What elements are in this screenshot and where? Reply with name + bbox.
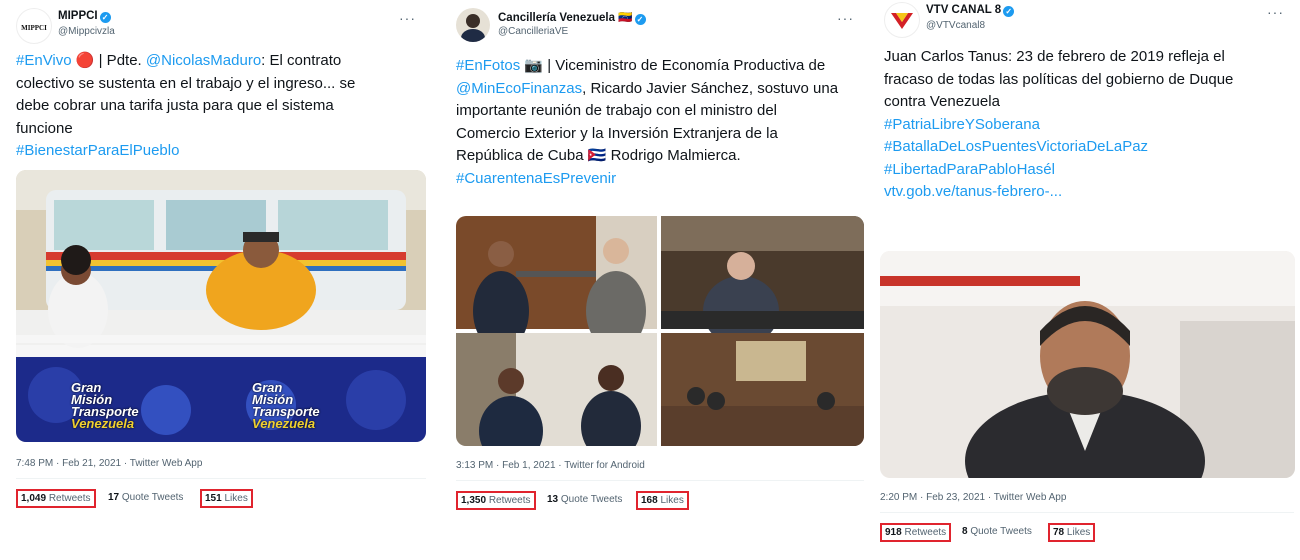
media-caption-left: Gran Misión Transporte Venezuela (71, 380, 139, 431)
tweet-text-segment: debe cobrar una tarifa justa para que el… (16, 97, 334, 114)
likes-count[interactable]: 151 Likes (200, 489, 253, 508)
tweet-link[interactable]: #CuarentenaEsPrevenir (456, 170, 616, 187)
divider (880, 512, 1294, 513)
tweet-text-segment: funcione (16, 119, 73, 137)
tweet-text-segment: Juan Carlos Tanus: 23 de febrero de 2019… (884, 48, 1225, 65)
retweets-count[interactable]: 1,049 Retweets (16, 489, 96, 508)
display-name[interactable]: VTV CANAL 8 ✓ (926, 4, 1015, 17)
tweet-link[interactable]: @NicolasMaduro (146, 52, 261, 69)
retweets-count[interactable]: 1,350 Retweets (456, 491, 536, 510)
tweet-stats: 1,350 Retweets 13 Quote Tweets 168 Likes (456, 491, 864, 517)
tweet-link[interactable]: #EnVivo (16, 52, 72, 69)
tweet-text-line: vtv.gob.ve/tanus-febrero-... (884, 181, 1233, 204)
grid-photo-3 (456, 333, 657, 446)
media-caption-right: Gran Misión Transporte Venezuela (252, 380, 320, 431)
tweet-card-vtv: VTV CANAL 8 ✓ @VTVcanal8 ··· Juan Carlos … (868, 0, 1300, 560)
tweet-text-segment: colectivo se sustenta en el trabajo y el… (16, 74, 356, 92)
tweet-text-line: Comercio Exterior y la Inversión Extranj… (456, 123, 838, 146)
tweet-text-segment: contra Venezuela (884, 93, 1000, 110)
tweet-text-segment: fracaso de todas las políticas del gobie… (884, 70, 1234, 88)
tweet-stats: 918 Retweets 8 Quote Tweets 78 Likes (880, 523, 1295, 549)
tweet-header: VTV CANAL 8 ✓ @VTVcanal8 ··· (884, 2, 1284, 38)
tweet-photo-image (880, 251, 1295, 478)
quote-tweets-count[interactable]: 17 Quote Tweets (108, 492, 183, 503)
avatar[interactable] (456, 8, 490, 42)
quote-tweets-count[interactable]: 13 Quote Tweets (547, 494, 622, 505)
cancilleria-avatar-icon (456, 8, 490, 42)
grid-photo-4 (661, 333, 864, 446)
tweet-photo[interactable] (880, 251, 1295, 478)
likes-count[interactable]: 168 Likes (636, 491, 689, 510)
tweet-card-mippci: MIPPCI MIPPCI ✓ @Mippcivzla ··· #EnVivo 🔴… (0, 0, 432, 560)
user-handle[interactable]: @Mippcivzla (58, 26, 115, 37)
tweet-photo-grid (456, 216, 864, 446)
tweet-text-line: Juan Carlos Tanus: 23 de febrero de 2019… (884, 46, 1233, 69)
tweet-text-line: #LibertadParaPabloHasél (884, 159, 1233, 182)
more-options-icon[interactable]: ··· (837, 10, 854, 26)
tweet-stats: 1,049 Retweets 17 Quote Tweets 151 Likes (16, 489, 426, 515)
tweet-link[interactable]: @MinEcoFinanzas (456, 80, 582, 97)
tweet-link[interactable]: #PatriaLibreYSoberana (884, 116, 1040, 133)
tweet-text-segment: Comercio Exterior y la Inversión Extranj… (456, 124, 778, 142)
tweet-link[interactable]: #EnFotos (456, 57, 520, 74)
quote-tweets-count[interactable]: 8 Quote Tweets (962, 526, 1032, 537)
tweet-text: Juan Carlos Tanus: 23 de febrero de 2019… (884, 46, 1233, 204)
divider (16, 478, 426, 479)
tweet-text-line: importante reunión de trabajo con el min… (456, 100, 838, 123)
tweet-header: MIPPCI MIPPCI ✓ @Mippcivzla ··· (16, 8, 416, 44)
tweet-link[interactable]: #BatallaDeLosPuentesVictoriaDeLaPaz (884, 138, 1148, 155)
tweet-text: #EnVivo 🔴 | Pdte. @NicolasMaduro: El con… (16, 50, 355, 163)
tweet-text-segment: República de Cuba 🇨🇺 Rodrigo Malmierca. (456, 147, 741, 164)
tweet-text-line: debe cobrar una tarifa justa para que el… (16, 95, 355, 118)
tweet-header: Cancillería Venezuela 🇻🇪 ✓ @CancilleriaVE… (456, 8, 854, 42)
tweet-text-segment: 🔴 | Pdte. (71, 52, 146, 69)
tweet-text-line: #CuarentenaEsPrevenir (456, 168, 838, 191)
tweet-text-segment: : El contrato (261, 52, 342, 69)
tweet-card-cancilleria: Cancillería Venezuela 🇻🇪 ✓ @CancilleriaVE… (440, 0, 870, 560)
tweet-text: #EnFotos 📷 | Viceministro de Economía Pr… (456, 55, 838, 190)
tweet-text-line: @MinEcoFinanzas, Ricardo Javier Sánchez,… (456, 78, 838, 101)
svg-text:MIPPCI: MIPPCI (21, 24, 47, 32)
tweet-text-line: #BienestarParaElPueblo (16, 140, 355, 163)
tweet-photo[interactable]: Gran Misión Transporte Venezuela Gran Misión… (16, 170, 426, 442)
tweet-text-line: funcione (16, 118, 355, 141)
retweets-count[interactable]: 918 Retweets (880, 523, 952, 542)
avatar[interactable] (884, 2, 920, 38)
user-handle[interactable]: @CancilleriaVE (498, 26, 568, 37)
display-name[interactable]: Cancillería Venezuela 🇻🇪 ✓ (498, 10, 646, 25)
user-handle[interactable]: @VTVcanal8 (926, 20, 985, 31)
tweet-text-line: #EnFotos 📷 | Viceministro de Economía Pr… (456, 55, 838, 78)
tweet-text-line: #BatallaDeLosPuentesVictoriaDeLaPaz (884, 136, 1233, 159)
tweet-text-line: colectivo se sustenta en el trabajo y el… (16, 73, 355, 96)
verified-badge-icon: ✓ (1003, 6, 1015, 17)
vtv-logo-icon (891, 13, 913, 29)
tweet-text-line: #EnVivo 🔴 | Pdte. @NicolasMaduro: El con… (16, 50, 355, 73)
tweet-link[interactable]: #LibertadParaPabloHasél (884, 161, 1055, 178)
tweet-text-line: #PatriaLibreYSoberana (884, 114, 1233, 137)
likes-count[interactable]: 78 Likes (1048, 523, 1096, 542)
avatar[interactable]: MIPPCI (16, 8, 52, 44)
display-name[interactable]: MIPPCI ✓ (58, 10, 111, 23)
more-options-icon[interactable]: ··· (1267, 4, 1284, 20)
tweet-text-segment: , Ricardo Javier Sánchez, sostuvo una (582, 79, 839, 97)
tweet-timestamp[interactable]: 2:20 PM · Feb 23, 2021 · Twitter Web App (880, 492, 1066, 503)
tweet-link[interactable]: vtv.gob.ve/tanus-febrero-... (884, 183, 1062, 200)
verified-badge-icon: ✓ (634, 14, 646, 25)
tweet-link[interactable]: #BienestarParaElPueblo (16, 142, 179, 159)
tweet-text-line: República de Cuba 🇨🇺 Rodrigo Malmierca. (456, 145, 838, 168)
mippci-logo-icon: MIPPCI (21, 24, 47, 32)
tweet-text-segment: importante reunión de trabajo con el min… (456, 102, 778, 119)
verified-badge-icon: ✓ (99, 12, 111, 23)
tweet-text-segment: 📷 | Viceministro de Economía Productiva … (520, 57, 826, 74)
tweet-text-line: fracaso de todas las políticas del gobie… (884, 69, 1233, 92)
tweet-text-line: contra Venezuela (884, 91, 1233, 114)
tweet-timestamp[interactable]: 3:13 PM · Feb 1, 2021 · Twitter for Andr… (456, 460, 645, 471)
divider (456, 480, 864, 481)
more-options-icon[interactable]: ··· (399, 10, 416, 26)
grid-photo-2 (661, 216, 864, 346)
photo-grid-image (456, 216, 864, 446)
tweet-timestamp[interactable]: 7:48 PM · Feb 21, 2021 · Twitter Web App (16, 458, 202, 469)
